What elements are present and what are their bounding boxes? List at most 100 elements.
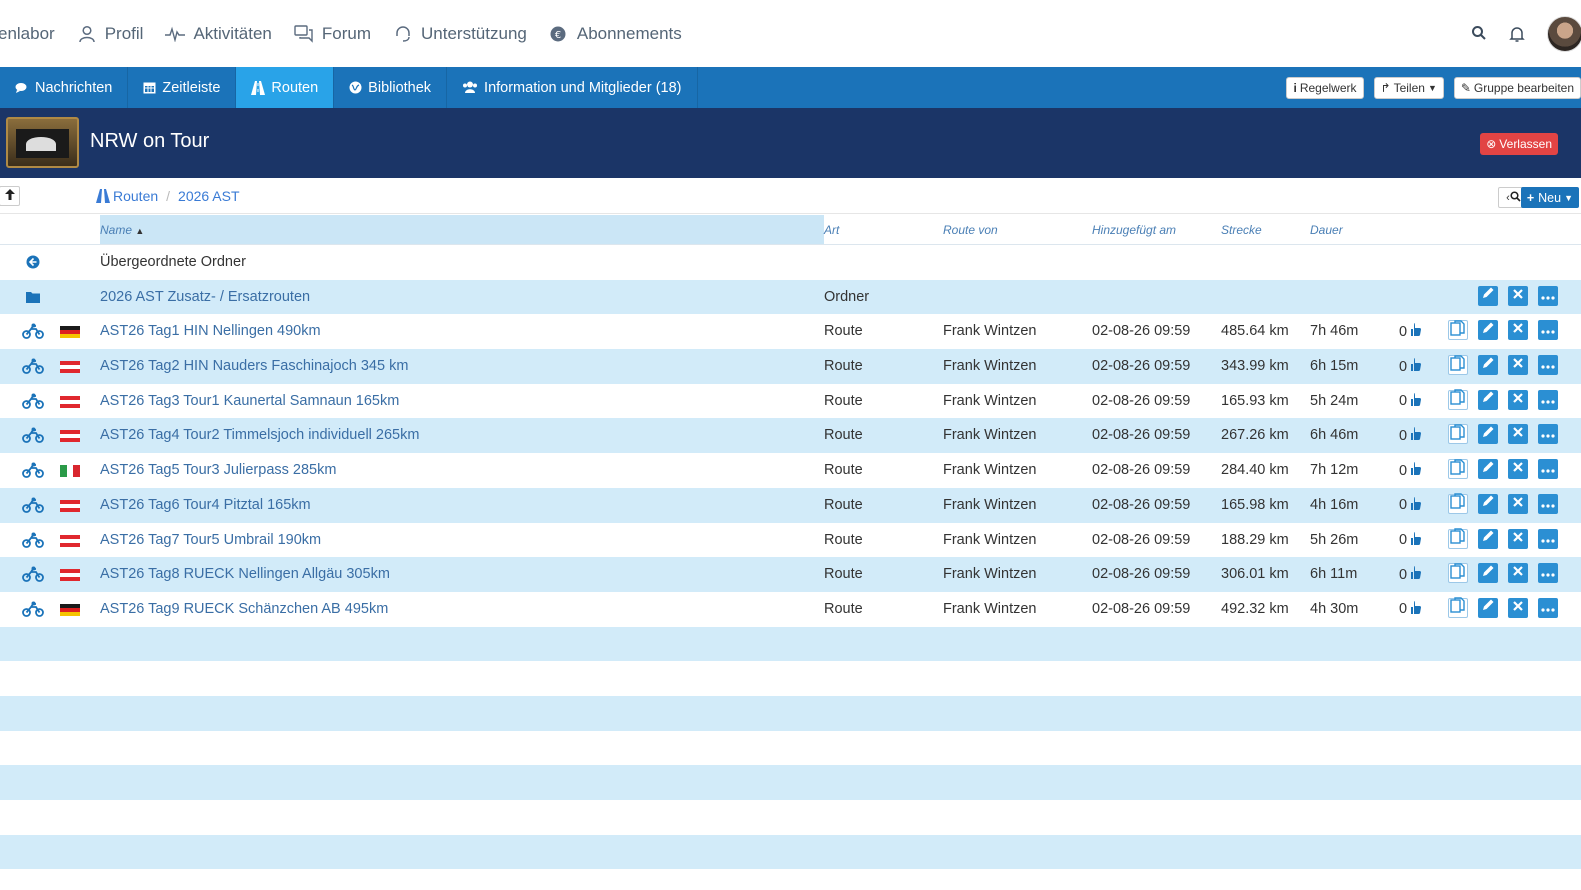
nav-item-aktivitaeten[interactable]: Aktivitäten xyxy=(165,24,272,44)
more-button[interactable] xyxy=(1538,528,1558,549)
copy-button[interactable] xyxy=(1448,458,1468,480)
more-button[interactable] xyxy=(1538,597,1558,618)
copy-button[interactable] xyxy=(1448,562,1468,584)
table-row[interactable]: AST26 Tag3 Tour1 Kaunertal Samnaun 165km… xyxy=(0,384,1581,419)
table-row[interactable]: AST26 Tag2 HIN Nauders Faschinajoch 345 … xyxy=(0,349,1581,384)
folder-up-button[interactable] xyxy=(0,186,20,206)
more-button[interactable] xyxy=(1538,320,1558,341)
breadcrumb-current[interactable]: 2026 AST xyxy=(178,188,240,204)
copy-button[interactable] xyxy=(1448,597,1468,618)
more-button[interactable] xyxy=(1538,389,1558,410)
share-button[interactable]: ↱ Teilen ▼ xyxy=(1373,77,1444,99)
copy-button[interactable] xyxy=(1448,354,1468,376)
delete-button[interactable] xyxy=(1508,320,1528,341)
copy-button[interactable] xyxy=(1448,493,1468,514)
new-button[interactable]: + Neu ▼ xyxy=(1520,187,1579,208)
delete-button[interactable] xyxy=(1508,285,1528,306)
nav-item-tourenlabor[interactable]: enlabor xyxy=(0,24,55,44)
bell-icon[interactable] xyxy=(1509,25,1527,43)
parent-folder-label[interactable]: Übergeordnete Ordner xyxy=(100,254,246,270)
route-name[interactable]: AST26 Tag4 Tour2 Timmelsjoch individuell… xyxy=(100,427,419,443)
route-name[interactable]: AST26 Tag1 HIN Nellingen 490km xyxy=(100,323,321,339)
route-name[interactable]: AST26 Tag7 Tour5 Umbrail 190km xyxy=(100,532,321,548)
tab-bibliothek[interactable]: Bibliothek xyxy=(334,67,448,108)
table-row[interactable]: AST26 Tag7 Tour5 Umbrail 190km Route Frank… xyxy=(0,523,1581,558)
like-counter[interactable]: 0 xyxy=(1399,323,1422,340)
rules-button[interactable]: i Regelwerk xyxy=(1286,77,1364,99)
route-name[interactable]: AST26 Tag3 Tour1 Kaunertal Samnaun 165km xyxy=(100,393,399,409)
table-row[interactable]: AST26 Tag9 RUECK Schänzchen AB 495km Rout… xyxy=(0,592,1581,627)
edit-button[interactable] xyxy=(1478,493,1498,514)
like-counter[interactable]: 0 xyxy=(1399,566,1422,583)
edit-button[interactable] xyxy=(1478,285,1498,306)
delete-button[interactable] xyxy=(1508,493,1528,514)
tab-information[interactable]: Information und Mitglieder (18) xyxy=(447,67,698,108)
more-button[interactable] xyxy=(1538,563,1558,584)
more-button[interactable] xyxy=(1538,355,1558,376)
route-name[interactable]: AST26 Tag8 RUECK Nellingen Allgäu 305km xyxy=(100,566,390,582)
search-icon[interactable] xyxy=(1471,25,1489,43)
route-name[interactable]: AST26 Tag5 Tour3 Julierpass 285km xyxy=(100,462,336,478)
folder-name[interactable]: 2026 AST Zusatz- / Ersatzrouten xyxy=(100,289,310,305)
delete-button[interactable] xyxy=(1508,563,1528,584)
delete-button[interactable] xyxy=(1508,355,1528,376)
table-row-folder[interactable]: 2026 AST Zusatz- / Ersatzrouten Ordner xyxy=(0,279,1581,315)
route-name[interactable]: AST26 Tag6 Tour4 Pitztal 165km xyxy=(100,497,311,513)
table-row[interactable]: AST26 Tag8 RUECK Nellingen Allgäu 305km R… xyxy=(0,557,1581,592)
delete-button[interactable] xyxy=(1508,389,1528,410)
column-header-art[interactable]: Art xyxy=(824,223,839,237)
like-counter[interactable]: 0 xyxy=(1399,392,1422,410)
like-counter[interactable]: 0 xyxy=(1399,462,1422,479)
route-name[interactable]: AST26 Tag2 HIN Nauders Faschinajoch 345 … xyxy=(100,358,408,374)
edit-button[interactable] xyxy=(1478,389,1498,410)
edit-button[interactable] xyxy=(1478,563,1498,584)
more-button[interactable] xyxy=(1538,493,1558,514)
delete-button[interactable] xyxy=(1508,424,1528,445)
column-header-dauer[interactable]: Dauer xyxy=(1310,223,1343,237)
nav-item-unterstuetzung[interactable]: Unterstützung xyxy=(393,24,527,44)
more-button[interactable] xyxy=(1538,285,1558,306)
table-row[interactable]: AST26 Tag6 Tour4 Pitztal 165km Route Frank… xyxy=(0,487,1581,523)
more-button[interactable] xyxy=(1538,459,1558,480)
like-counter[interactable]: 0 xyxy=(1399,358,1422,375)
table-row-parent-folder[interactable]: Übergeordnete Ordner xyxy=(0,245,1581,280)
table-row[interactable]: AST26 Tag4 Tour2 Timmelsjoch individuell… xyxy=(0,418,1581,454)
edit-button[interactable] xyxy=(1478,597,1498,618)
edit-button[interactable] xyxy=(1478,459,1498,480)
column-header-name[interactable]: Name ▲ xyxy=(100,215,824,244)
nav-item-profil[interactable]: Profil xyxy=(77,24,143,44)
copy-button[interactable] xyxy=(1448,424,1468,445)
tab-zeitleiste[interactable]: Zeitleiste xyxy=(128,67,237,108)
nav-item-forum[interactable]: Forum xyxy=(294,24,371,44)
more-button[interactable] xyxy=(1538,424,1558,445)
breadcrumb-root[interactable]: Routen xyxy=(113,188,158,204)
tab-nachrichten[interactable]: Nachrichten xyxy=(0,67,129,108)
copy-button[interactable] xyxy=(1448,320,1468,341)
edit-button[interactable] xyxy=(1478,355,1498,376)
leave-button[interactable]: ⊗ Verlassen xyxy=(1480,133,1558,155)
column-header-strecke[interactable]: Strecke xyxy=(1221,223,1262,237)
edit-button[interactable] xyxy=(1478,320,1498,341)
like-counter[interactable]: 0 xyxy=(1399,531,1422,549)
like-counter[interactable]: 0 xyxy=(1399,427,1422,444)
tab-routen[interactable]: Routen xyxy=(236,67,335,108)
delete-button[interactable] xyxy=(1508,459,1528,480)
delete-button[interactable] xyxy=(1508,597,1528,618)
copy-button[interactable] xyxy=(1448,389,1468,410)
table-row[interactable]: AST26 Tag1 HIN Nellingen 490km Route Frank… xyxy=(0,314,1581,349)
column-header-route-von[interactable]: Route von xyxy=(943,223,998,237)
like-counter[interactable]: 0 xyxy=(1399,496,1422,514)
copy-button[interactable] xyxy=(1448,528,1468,549)
edit-button[interactable] xyxy=(1478,528,1498,549)
flag-icon xyxy=(60,361,80,374)
column-header-date[interactable]: Hinzugefügt am xyxy=(1092,223,1176,237)
delete-button[interactable] xyxy=(1508,528,1528,549)
edit-group-button[interactable]: ✎ Gruppe bearbeiten xyxy=(1453,77,1581,99)
route-name[interactable]: AST26 Tag9 RUECK Schänzchen AB 495km xyxy=(100,601,388,617)
edit-button[interactable] xyxy=(1478,424,1498,445)
thumbs-up-icon xyxy=(1411,358,1422,375)
nav-item-abonnements[interactable]: € Abonnements xyxy=(549,24,682,44)
avatar[interactable] xyxy=(1547,15,1581,52)
like-counter[interactable]: 0 xyxy=(1399,600,1422,618)
table-row[interactable]: AST26 Tag5 Tour3 Julierpass 285km Route Fr… xyxy=(0,453,1581,488)
